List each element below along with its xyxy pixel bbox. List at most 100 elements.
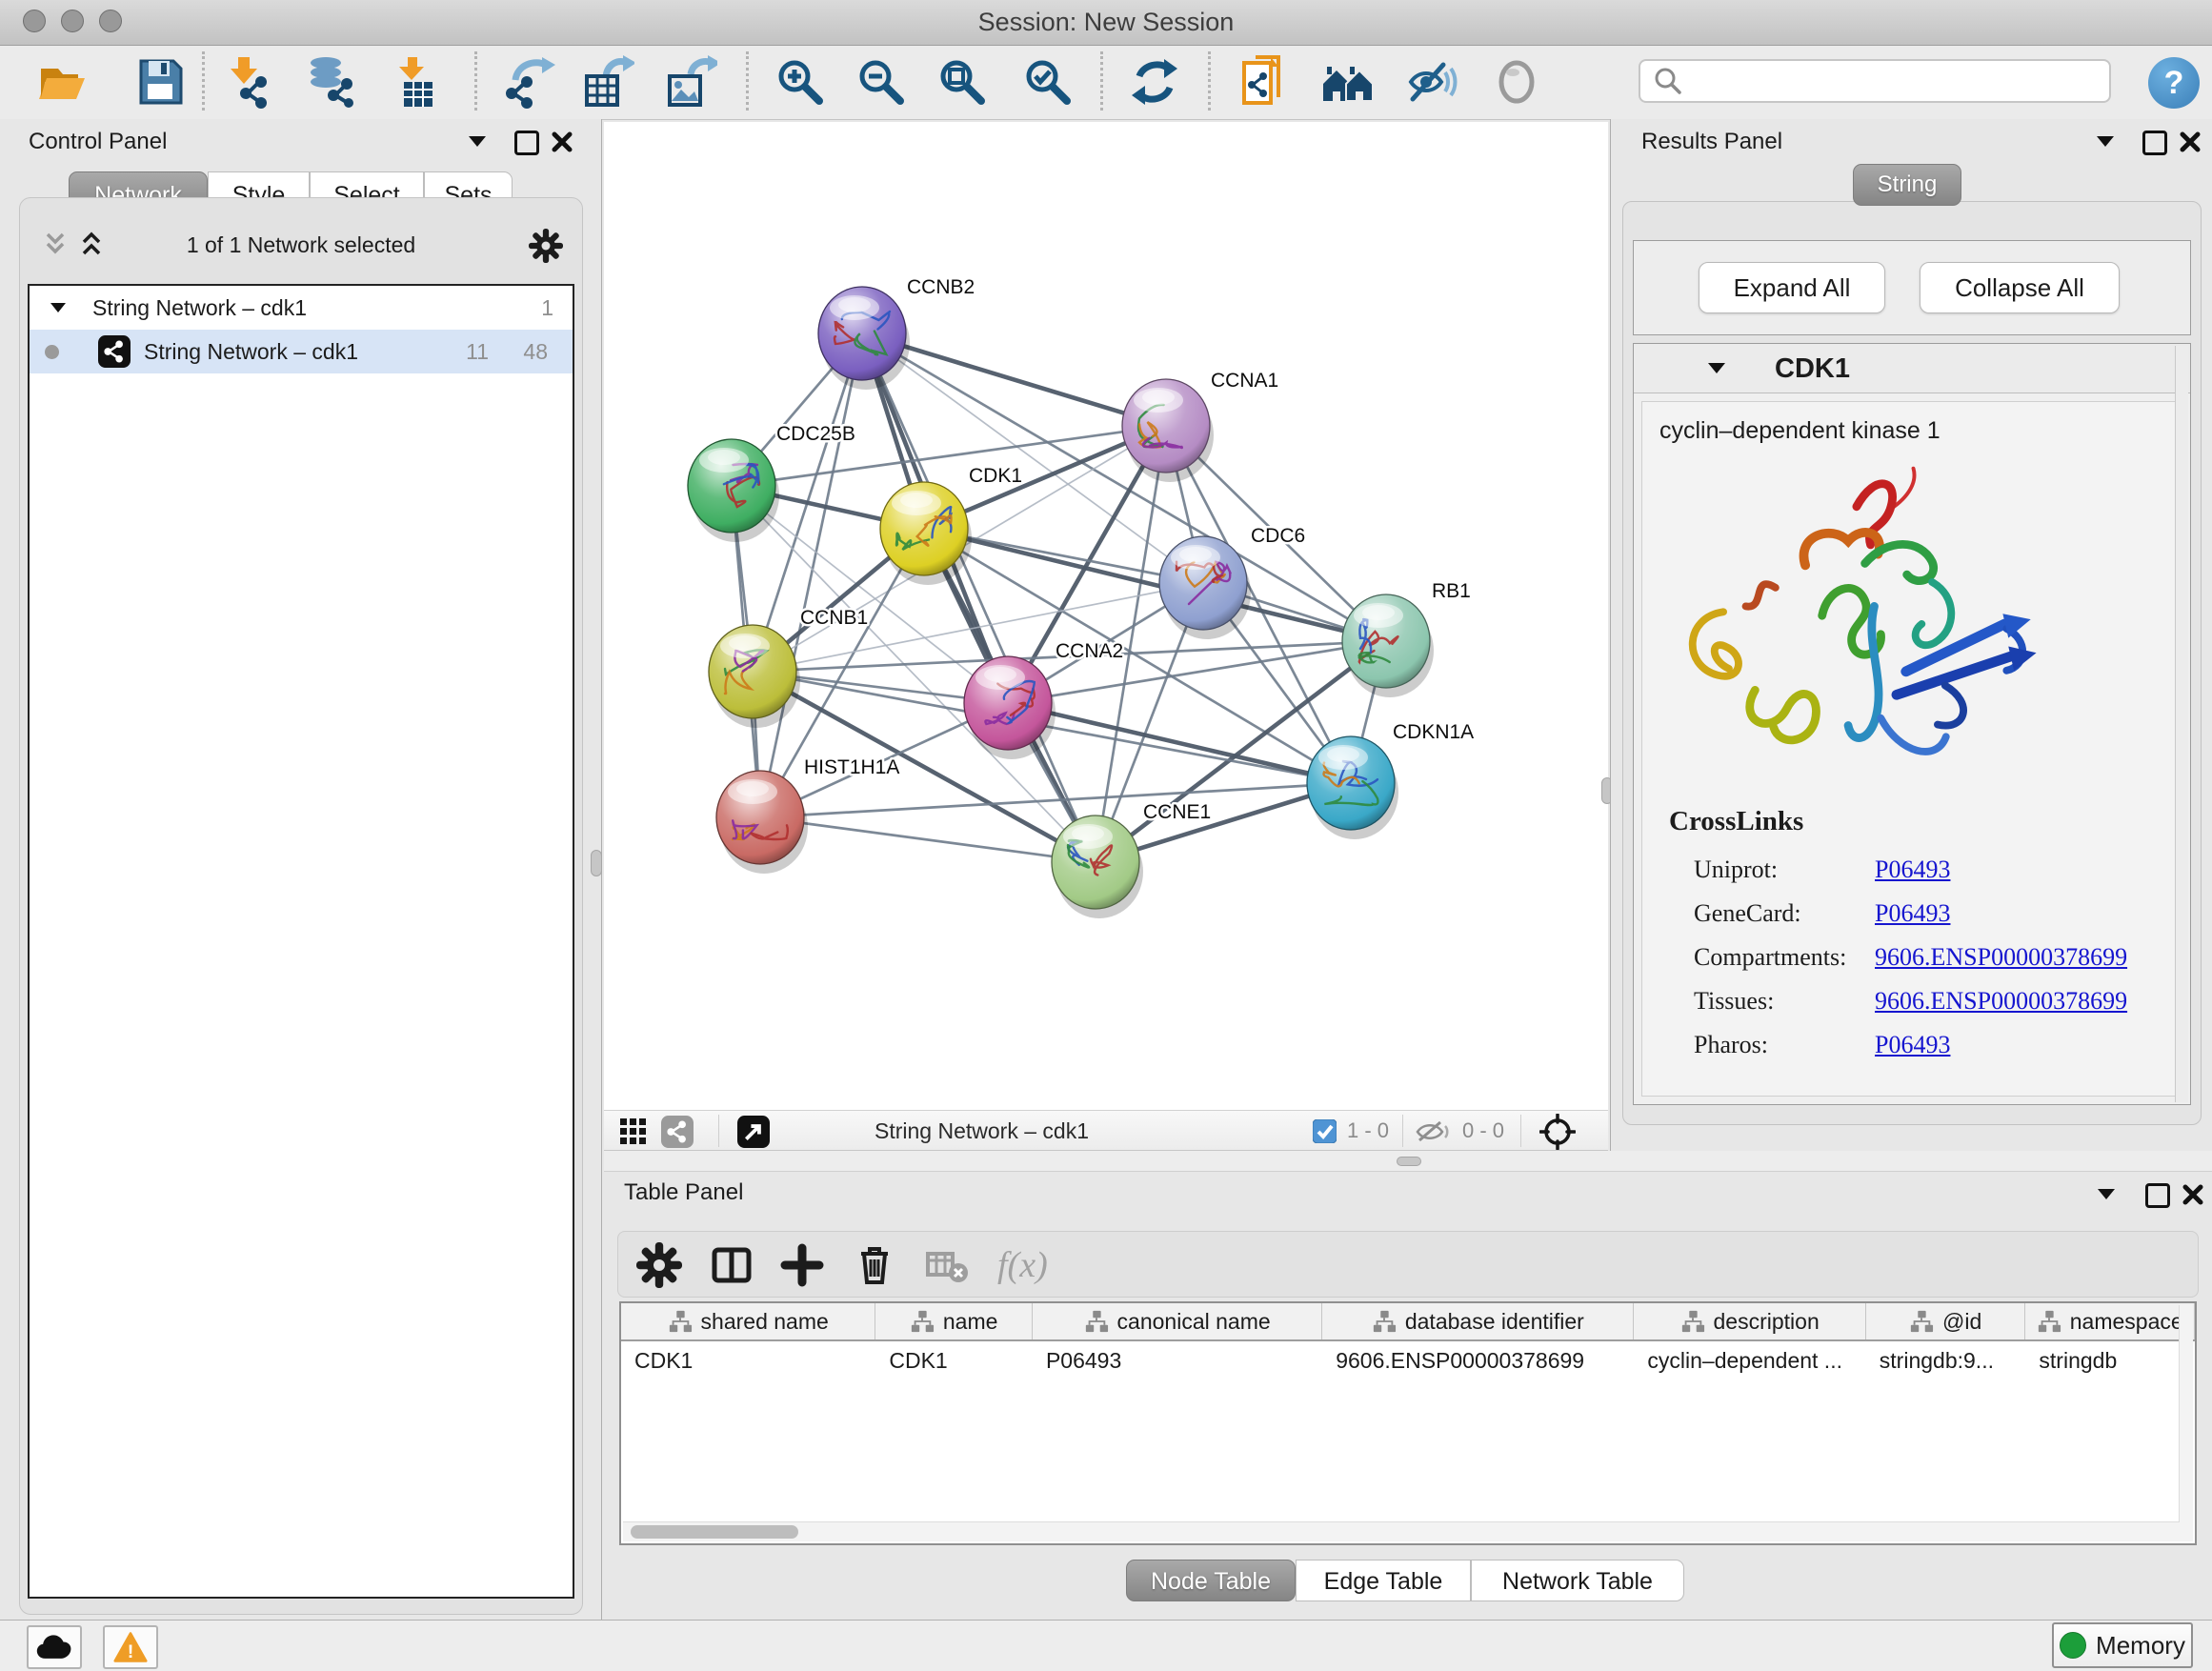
- export-image-icon[interactable]: [664, 55, 717, 109]
- column-header-shared-name[interactable]: shared name: [621, 1303, 875, 1339]
- collapse-all-button[interactable]: Collapse All: [1920, 262, 2120, 313]
- string-home-icon[interactable]: [1321, 55, 1375, 109]
- expand-all-button[interactable]: Expand All: [1699, 262, 1885, 313]
- cell[interactable]: stringdb:9...: [1866, 1348, 2026, 1374]
- float-panel-icon[interactable]: [2142, 131, 2167, 155]
- scrollbar-thumb[interactable]: [631, 1525, 798, 1539]
- network-node-CCNB2[interactable]: [818, 287, 910, 390]
- network-node-CCNA2[interactable]: [964, 656, 1056, 759]
- table-settings-gear-icon[interactable]: [636, 1242, 682, 1288]
- horizontal-splitter[interactable]: [604, 1151, 2212, 1172]
- hidden-eye-icon: [1416, 1120, 1452, 1143]
- refresh-icon[interactable]: [1128, 55, 1181, 109]
- network-row-selected[interactable]: String Network – cdk1 11 48: [30, 330, 573, 373]
- warnings-button[interactable]: !: [103, 1625, 158, 1669]
- import-network-file-icon[interactable]: [223, 55, 276, 109]
- network-collection-row[interactable]: String Network – cdk1 1: [30, 286, 573, 330]
- selected-checkbox-icon[interactable]: [1313, 1119, 1337, 1143]
- close-panel-icon[interactable]: [2179, 131, 2202, 153]
- float-panel-icon[interactable]: [514, 131, 539, 155]
- zoom-out-icon[interactable]: [855, 55, 908, 109]
- save-session-icon[interactable]: [133, 55, 187, 109]
- gene-section-header[interactable]: CDK1: [1634, 344, 2190, 393]
- cell[interactable]: CDK1: [875, 1348, 1033, 1374]
- results-scrollbar[interactable]: [2175, 346, 2188, 1102]
- column-header-namespace[interactable]: namespace: [2025, 1303, 2195, 1339]
- float-panel-icon[interactable]: [2145, 1183, 2170, 1208]
- table-horizontal-scrollbar[interactable]: [623, 1521, 2180, 1541]
- zoom-selected-icon[interactable]: [1021, 55, 1075, 109]
- cell[interactable]: cyclin–dependent ...: [1634, 1348, 1865, 1374]
- panel-menu-icon[interactable]: [469, 136, 486, 147]
- tab-edge-table[interactable]: Edge Table: [1296, 1560, 1471, 1601]
- panel-menu-icon[interactable]: [2097, 136, 2114, 147]
- export-network-icon[interactable]: [502, 55, 555, 109]
- open-session-icon[interactable]: [35, 55, 89, 109]
- crosslink-link[interactable]: P06493: [1875, 1031, 1950, 1059]
- crosslink-link[interactable]: P06493: [1875, 856, 1950, 884]
- grid-view-icon[interactable]: [619, 1117, 648, 1146]
- column-header-name[interactable]: name: [875, 1303, 1033, 1339]
- collection-expand-icon[interactable]: [50, 303, 66, 312]
- zoom-fit-icon[interactable]: [935, 55, 989, 109]
- network-node-CCNB1[interactable]: [709, 625, 800, 728]
- network-canvas[interactable]: CCNB2CCNA1CDC25BCDK1CDC6RB1CCNB1CCNA2CDK…: [604, 122, 1608, 1110]
- close-panel-icon[interactable]: [2182, 1183, 2204, 1206]
- enhanced-graphics-icon[interactable]: [1405, 55, 1458, 109]
- status-bar: ! Memory: [0, 1620, 2212, 1671]
- cell[interactable]: stringdb: [2025, 1348, 2195, 1374]
- cell[interactable]: P06493: [1033, 1348, 1322, 1374]
- import-network-database-icon[interactable]: [305, 55, 358, 109]
- section-collapse-icon[interactable]: [1708, 363, 1725, 373]
- export-table-icon[interactable]: [581, 55, 634, 109]
- cell[interactable]: CDK1: [621, 1348, 875, 1374]
- network-node-CDK1[interactable]: [880, 482, 972, 585]
- column-header-description[interactable]: description: [1634, 1303, 1865, 1339]
- cloud-status-button[interactable]: [27, 1625, 82, 1669]
- network-node-CDC6[interactable]: [1159, 536, 1251, 639]
- crosslink-link[interactable]: 9606.ENSP00000378699: [1875, 987, 2127, 1016]
- close-panel-icon[interactable]: [551, 131, 573, 153]
- help-button[interactable]: ?: [2148, 57, 2200, 109]
- column-header-database-identifier[interactable]: database identifier: [1322, 1303, 1634, 1339]
- show-columns-icon[interactable]: [709, 1242, 754, 1288]
- network-view-icon[interactable]: [661, 1116, 694, 1148]
- table-vertical-scrollbar[interactable]: [2179, 1305, 2193, 1541]
- crosslink-link[interactable]: P06493: [1875, 899, 1950, 928]
- search-field[interactable]: [1639, 59, 2111, 103]
- network-node-HIST1H1A[interactable]: [716, 771, 808, 874]
- panel-menu-icon[interactable]: [2098, 1189, 2115, 1199]
- function-builder-icon[interactable]: f(x): [997, 1242, 1083, 1288]
- network-node-RB1[interactable]: [1342, 594, 1434, 697]
- cell[interactable]: 9606.ENSP00000378699: [1322, 1348, 1634, 1374]
- network-node-CCNA1[interactable]: [1122, 379, 1214, 482]
- column-header--id[interactable]: @id: [1866, 1303, 2026, 1339]
- string-network-graph[interactable]: CCNB2CCNA1CDC25BCDK1CDC6RB1CCNB1CCNA2CDK…: [604, 122, 1608, 1110]
- delete-table-icon[interactable]: [924, 1242, 970, 1288]
- zoom-in-icon[interactable]: [774, 55, 827, 109]
- table-tabs: Node TableEdge TableNetwork Table: [1126, 1560, 1684, 1601]
- column-header-canonical-name[interactable]: canonical name: [1033, 1303, 1322, 1339]
- tab-string[interactable]: String: [1853, 164, 1961, 206]
- glass-ball-effect-icon[interactable]: [1490, 55, 1543, 109]
- splitter-handle[interactable]: [1397, 1157, 1421, 1166]
- column-header-label: shared name: [701, 1309, 829, 1335]
- left-splitter-handle[interactable]: [591, 850, 602, 876]
- network-node-CCNE1[interactable]: [1052, 815, 1143, 918]
- import-table-file-icon[interactable]: [389, 55, 442, 109]
- string-export-icon[interactable]: [1238, 55, 1292, 109]
- gear-icon[interactable]: [529, 229, 563, 263]
- tab-network-table[interactable]: Network Table: [1471, 1560, 1684, 1601]
- navbar-separator: [718, 1115, 719, 1147]
- table-row[interactable]: CDK1CDK1P064939606.ENSP00000378699cyclin…: [621, 1341, 2195, 1379]
- add-column-icon[interactable]: [779, 1242, 825, 1288]
- network-node-CDKN1A[interactable]: [1307, 736, 1398, 839]
- open-view-icon[interactable]: [737, 1116, 770, 1148]
- search-input[interactable]: [1690, 63, 2109, 99]
- crosslink-link[interactable]: 9606.ENSP00000378699: [1875, 943, 2127, 972]
- birds-eye-view-icon[interactable]: [1539, 1114, 1576, 1150]
- network-node-CDC25B[interactable]: [688, 439, 779, 542]
- tab-node-table[interactable]: Node Table: [1126, 1560, 1296, 1601]
- delete-column-icon[interactable]: [852, 1242, 897, 1288]
- memory-button[interactable]: Memory: [2052, 1622, 2193, 1668]
